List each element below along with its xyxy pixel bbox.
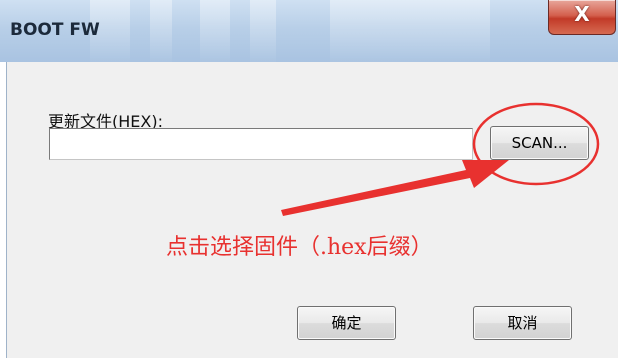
ok-button[interactable]: 确定 xyxy=(297,306,396,340)
scan-button[interactable]: SCAN... xyxy=(490,126,589,160)
window-title: BOOT FW xyxy=(10,20,100,40)
close-button[interactable]: X xyxy=(548,0,616,35)
annotation-text: 点击选择固件（.hex后缀） xyxy=(166,235,433,260)
cancel-button[interactable]: 取消 xyxy=(473,306,572,340)
file-path-input[interactable] xyxy=(49,128,473,160)
dialog-body: 更新文件(HEX): SCAN... 确定 取消 xyxy=(6,62,618,358)
close-icon: X xyxy=(574,2,590,26)
title-bar[interactable]: BOOT FW X xyxy=(0,0,618,62)
dialog-window: BOOT FW X 更新文件(HEX): SCAN... 确定 取消 点击选择固… xyxy=(0,0,618,358)
